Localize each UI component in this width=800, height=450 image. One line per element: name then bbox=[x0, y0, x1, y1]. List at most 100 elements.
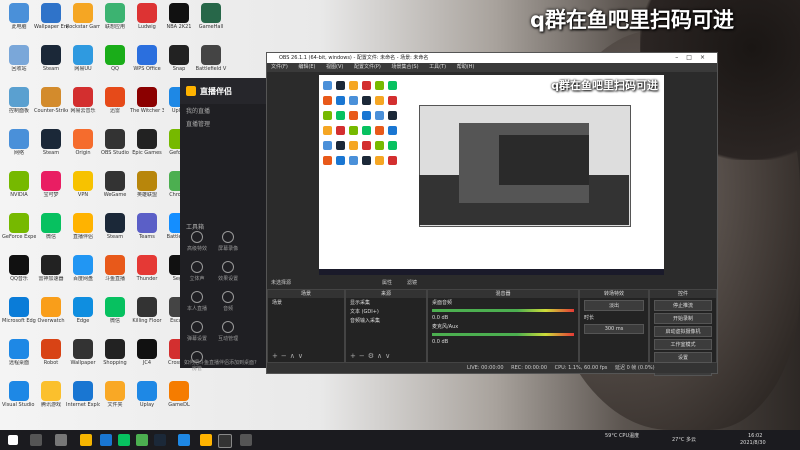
desktop-icon[interactable]: 腾讯游戏 bbox=[34, 381, 68, 419]
desktop-icon[interactable]: Visual Studio Code bbox=[2, 381, 36, 419]
desktop-icon[interactable]: Steam bbox=[34, 45, 68, 83]
wechat-icon[interactable] bbox=[118, 434, 130, 446]
source-item[interactable]: 音频输入采集 bbox=[346, 316, 426, 325]
desktop-icon[interactable]: 微信 bbox=[98, 297, 132, 335]
tool-item[interactable]: 立体声 bbox=[185, 259, 209, 287]
desktop-icon[interactable]: Epic Games bbox=[130, 129, 164, 167]
app2-icon[interactable] bbox=[240, 434, 252, 446]
desktop-icon[interactable]: 微信 bbox=[34, 213, 68, 251]
clock-date[interactable]: 2021/8/30 bbox=[740, 440, 766, 446]
desktop-icon[interactable]: 网络 bbox=[2, 129, 36, 167]
audio-meter[interactable] bbox=[432, 333, 574, 336]
explorer-icon[interactable] bbox=[80, 434, 92, 446]
desktop-icon[interactable]: OBS Studio bbox=[98, 129, 132, 167]
desktop-icon[interactable]: Killing Floor bbox=[130, 297, 164, 335]
desktop-icon[interactable]: Origin bbox=[66, 129, 100, 167]
desktop-icon[interactable]: The Witcher 3 bbox=[130, 87, 164, 125]
desktop-icon[interactable]: Overwatch bbox=[34, 297, 68, 335]
tool-item[interactable]: 高级特效 bbox=[185, 229, 209, 257]
app-icon[interactable] bbox=[178, 434, 190, 446]
desktop-icon[interactable]: Uplay bbox=[130, 381, 164, 419]
desktop-icon[interactable]: 百度网盘 bbox=[66, 255, 100, 293]
menu-tools[interactable]: 工具(T) bbox=[429, 64, 446, 70]
menu-help[interactable]: 帮助(H) bbox=[457, 64, 475, 70]
desktop-icon[interactable]: Wallpaper Engine bbox=[34, 3, 68, 41]
desktop-icon[interactable]: 雷神加速器 bbox=[34, 255, 68, 293]
desktop-icon[interactable]: 迅雷 bbox=[98, 87, 132, 125]
assistant-footer-link[interactable]: 如何把斗鱼直播伴侣添加到桌面? bbox=[184, 359, 257, 366]
edge-icon[interactable] bbox=[100, 434, 112, 446]
stream-assistant-window[interactable]: 直播伴侣 我的直播 直播管理 工具箱 高级特效 屏幕录像 立体声 效果设置 本人… bbox=[180, 78, 266, 372]
scenes-controls[interactable]: +−∧∨ bbox=[272, 352, 306, 360]
desktop-icon[interactable]: WPS Office bbox=[130, 45, 164, 83]
start-icon[interactable] bbox=[8, 435, 18, 445]
desktop-icon[interactable]: Robot bbox=[34, 339, 68, 377]
desktop-icon[interactable]: 此电脑 bbox=[2, 3, 36, 41]
source-item[interactable]: 显示采集 bbox=[346, 298, 426, 307]
settings-button[interactable]: 设置 bbox=[654, 352, 712, 363]
tool-item[interactable]: 本人直播 bbox=[185, 289, 209, 317]
virtual-camera-button[interactable]: 启动虚拟摄像机 bbox=[654, 326, 712, 337]
obs-window[interactable]: OBS 26.1.1 (64-bit, windows) - 配置文件: 未命名… bbox=[266, 52, 718, 376]
desktop-icon[interactable]: QQ音乐 bbox=[2, 255, 36, 293]
desktop-icon[interactable]: WeGame bbox=[98, 171, 132, 209]
obs-preview[interactable]: q群在鱼吧里扫码可进 bbox=[319, 75, 664, 275]
desktop-icon[interactable]: JC4 bbox=[130, 339, 164, 377]
desktop-icon[interactable]: GameHall bbox=[194, 3, 228, 41]
desktop-icon[interactable]: Ludwig bbox=[130, 3, 164, 41]
assistant-taskbar-icon[interactable] bbox=[200, 434, 212, 446]
tool-item[interactable]: 效果设置 bbox=[216, 259, 240, 287]
desktop-icon[interactable]: Edge bbox=[66, 297, 100, 335]
desktop-icon[interactable]: Teams bbox=[130, 213, 164, 251]
obs-taskbar-icon[interactable] bbox=[218, 434, 232, 448]
scene-item[interactable]: 场景 bbox=[268, 298, 344, 307]
tab-filters[interactable]: 滤镜 bbox=[407, 279, 417, 286]
studio-mode-button[interactable]: 工作室模式 bbox=[654, 339, 712, 350]
menu-file[interactable]: 文件(F) bbox=[271, 64, 288, 70]
tab-properties[interactable]: 属性 bbox=[382, 279, 392, 286]
tool-item[interactable]: 弹幕设置 bbox=[185, 319, 209, 347]
desktop-icon[interactable]: Steam bbox=[34, 129, 68, 167]
menu-scenecollection[interactable]: 场景集合(S) bbox=[391, 64, 418, 70]
desktop-icon[interactable]: Steam bbox=[98, 213, 132, 251]
transition-select[interactable]: 淡出 bbox=[584, 300, 644, 311]
menu-profile[interactable]: 配置文件(P) bbox=[354, 64, 381, 70]
tool-item[interactable]: 屏幕录像 bbox=[216, 229, 240, 257]
desktop-icon[interactable]: 网易UU bbox=[66, 45, 100, 83]
tool-item[interactable]: 互动管理 bbox=[216, 319, 240, 347]
desktop-icon[interactable]: 斗鱼直播 bbox=[98, 255, 132, 293]
clock-time[interactable]: 16:02 bbox=[748, 433, 762, 439]
menu-view[interactable]: 视图(V) bbox=[326, 64, 343, 70]
desktop-icon[interactable]: 控制面板 bbox=[2, 87, 36, 125]
menu-edit[interactable]: 编辑(E) bbox=[298, 64, 315, 70]
steam-icon[interactable] bbox=[154, 434, 166, 446]
desktop-icon[interactable]: 联想应用 bbox=[98, 3, 132, 41]
start-record-button[interactable]: 开始录制 bbox=[654, 313, 712, 324]
sources-controls[interactable]: +−⚙∧∨ bbox=[350, 352, 393, 360]
desktop-icon[interactable]: Rockstar Games bbox=[66, 3, 100, 41]
desktop-icon[interactable]: QQ bbox=[98, 45, 132, 83]
source-item[interactable]: 文本 (GDI+) bbox=[346, 307, 426, 316]
stop-stream-button[interactable]: 停止推流 bbox=[654, 300, 712, 311]
desktop-icon[interactable]: Shopping bbox=[98, 339, 132, 377]
assistant-nav-1[interactable]: 我的直播 bbox=[180, 104, 266, 117]
desktop-icon[interactable]: 回收站 bbox=[2, 45, 36, 83]
desktop-icon[interactable]: NBA 2K21 bbox=[162, 3, 196, 41]
assistant-nav-2[interactable]: 直播管理 bbox=[180, 117, 266, 130]
desktop-icon[interactable]: Internet Explorer bbox=[66, 381, 100, 419]
desktop-icon[interactable]: Wallpaper bbox=[66, 339, 100, 377]
desktop-icon[interactable]: 直播伴侣 bbox=[66, 213, 100, 251]
audio-meter[interactable] bbox=[432, 309, 574, 312]
desktop-icon[interactable]: 英雄联盟 bbox=[130, 171, 164, 209]
window-controls[interactable]: –□× bbox=[675, 53, 713, 63]
duration-input[interactable]: 300 ms bbox=[584, 324, 644, 334]
desktop-icon[interactable]: Counter-Strike bbox=[34, 87, 68, 125]
chrome-icon[interactable] bbox=[136, 434, 148, 446]
desktop-icon[interactable]: 文件夹 bbox=[98, 381, 132, 419]
desktop-icon[interactable]: 网易云音乐 bbox=[66, 87, 100, 125]
desktop-icon[interactable]: NVIDIA bbox=[2, 171, 36, 209]
desktop-icon[interactable]: VPN bbox=[66, 171, 100, 209]
desktop-icon[interactable]: GameDL bbox=[162, 381, 196, 419]
taskview-icon[interactable] bbox=[55, 434, 67, 446]
desktop-icon[interactable]: Thunder bbox=[130, 255, 164, 293]
